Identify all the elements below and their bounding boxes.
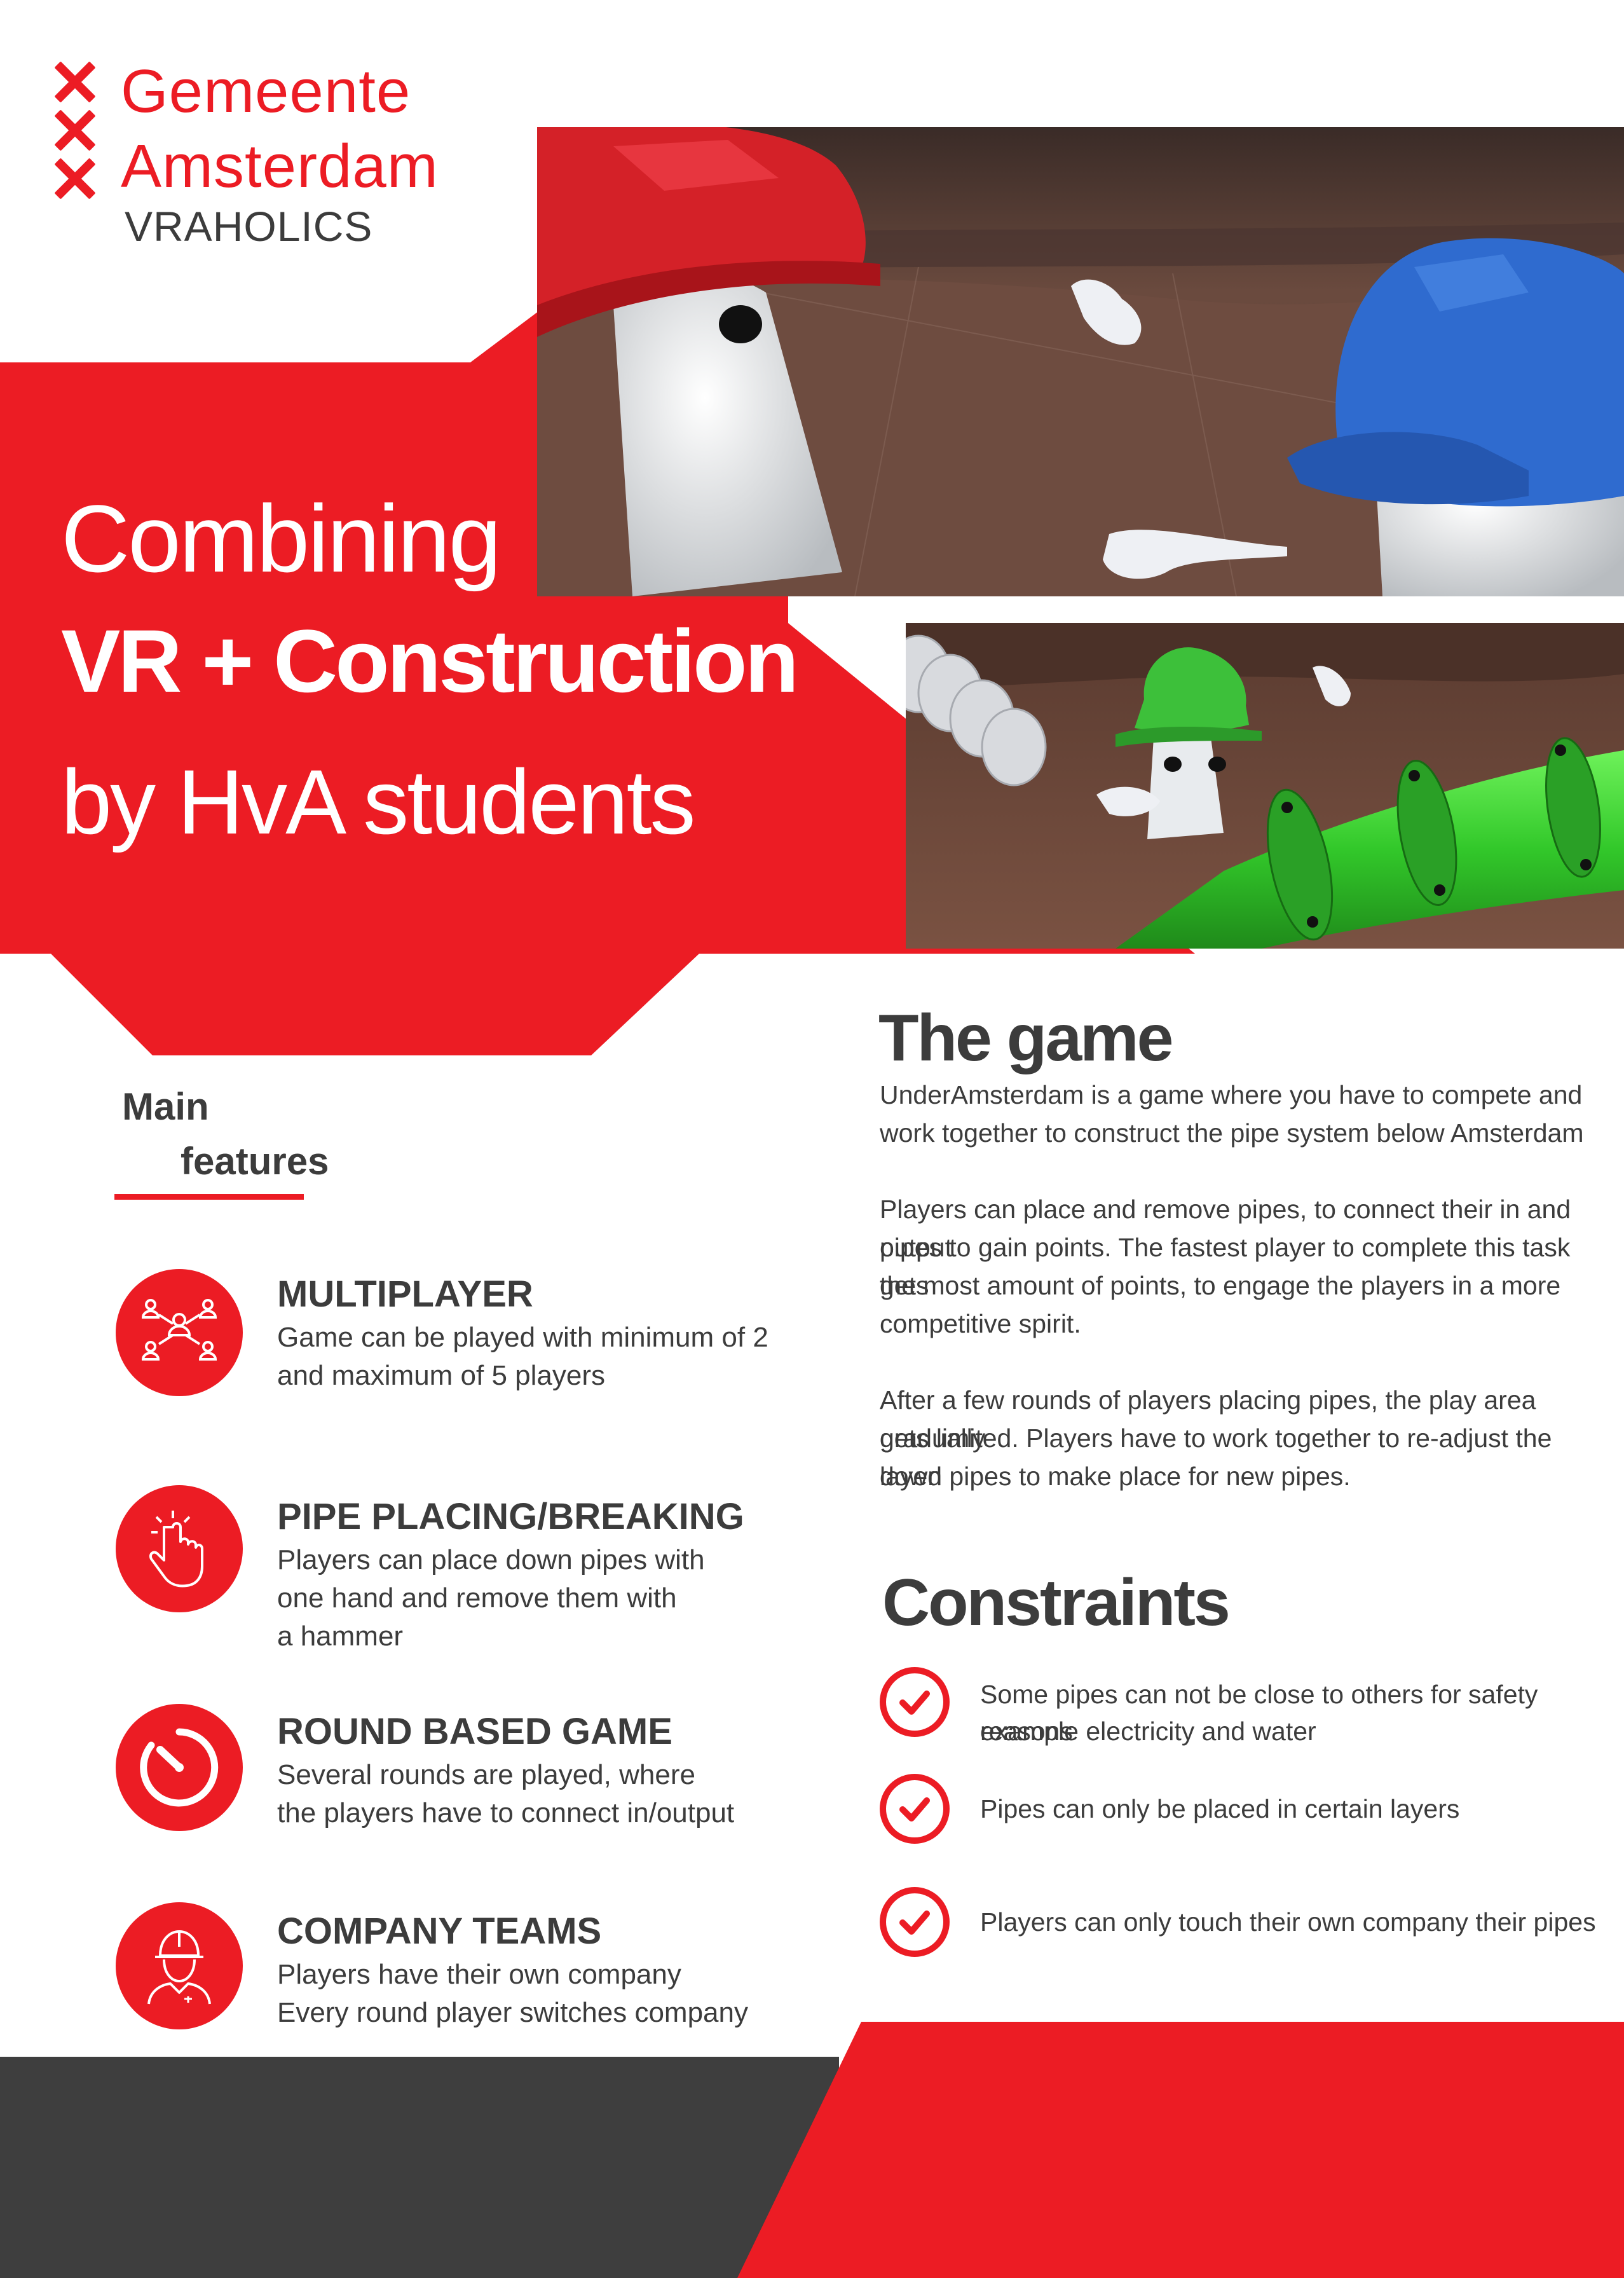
features-heading-underline bbox=[114, 1194, 304, 1200]
constraint-3-line-1: Players can only touch their own company… bbox=[980, 1907, 1596, 1937]
constraint-2-line-1: Pipes can only be placed in certain laye… bbox=[980, 1794, 1460, 1823]
team-name: VRAHOLICS bbox=[125, 203, 373, 250]
checkmark-icon bbox=[880, 1667, 950, 1737]
features-heading-main: Main bbox=[122, 1085, 209, 1128]
feature-desc-multiplayer-1: Game can be played with minimum of 2 bbox=[277, 1322, 768, 1353]
game-para-1-line-1: UnderAmsterdam is a game where you have … bbox=[880, 1080, 1583, 1109]
hero-line-2: VR + Construction bbox=[61, 611, 799, 711]
feature-title-round-based: ROUND BASED GAME bbox=[277, 1711, 672, 1752]
constraint-1-line-2: example electricity and water bbox=[980, 1717, 1316, 1746]
people-network-icon bbox=[116, 1269, 243, 1396]
feature-desc-pipe-placing-2: one hand and remove them with bbox=[277, 1582, 677, 1614]
logo-text-amsterdam: Amsterdam bbox=[121, 132, 439, 200]
hand-tap-icon bbox=[116, 1485, 243, 1612]
game-screenshot-top bbox=[537, 127, 1624, 596]
feature-title-pipe-placing: PIPE PLACING/BREAKING bbox=[277, 1496, 744, 1537]
logo-text-gemeente: Gemeente bbox=[121, 57, 411, 125]
feature-desc-pipe-placing-3: a hammer bbox=[277, 1621, 404, 1652]
constraints-heading: Constraints bbox=[882, 1566, 1231, 1640]
checkmark-icon bbox=[880, 1774, 950, 1844]
feature-desc-round-based-1: Several rounds are played, where bbox=[277, 1759, 695, 1790]
feature-desc-pipe-placing-1: Players can place down pipes with bbox=[277, 1544, 705, 1575]
game-para-1-line-2: work together to construct the pipe syst… bbox=[880, 1118, 1584, 1148]
feature-title-company-teams: COMPANY TEAMS bbox=[277, 1911, 602, 1952]
worker-helmet-icon bbox=[116, 1902, 243, 2029]
timer-gauge-icon bbox=[116, 1704, 243, 1831]
checkmark-icon bbox=[880, 1887, 950, 1957]
game-heading: The game bbox=[878, 1001, 1173, 1075]
feature-desc-round-based-2: the players have to connect in/output bbox=[277, 1797, 735, 1829]
game-para-2-line-4: competitive spirit. bbox=[880, 1309, 1081, 1338]
features-heading-features: features bbox=[181, 1140, 329, 1183]
game-screenshot-bottom bbox=[906, 623, 1624, 949]
logo-cross-icon bbox=[52, 109, 94, 151]
game-para-3-line-3: down pipes to make place for new pipes. bbox=[880, 1462, 1351, 1491]
feature-desc-multiplayer-2: and maximum of 5 players bbox=[277, 1360, 605, 1391]
logo-cross-icon bbox=[52, 61, 94, 103]
hero-line-3: by HvA students bbox=[61, 751, 696, 853]
game-para-2-line-3: the most amount of points, to engage the… bbox=[880, 1271, 1561, 1300]
feature-desc-company-teams-1: Players have their own company bbox=[277, 1959, 681, 1990]
hero-line-1: Combining bbox=[61, 485, 502, 592]
logo-cross-icon bbox=[52, 158, 94, 200]
feature-title-multiplayer: MULTIPLAYER bbox=[277, 1273, 533, 1315]
feature-desc-company-teams-2: Every round player switches company bbox=[277, 1997, 748, 2028]
